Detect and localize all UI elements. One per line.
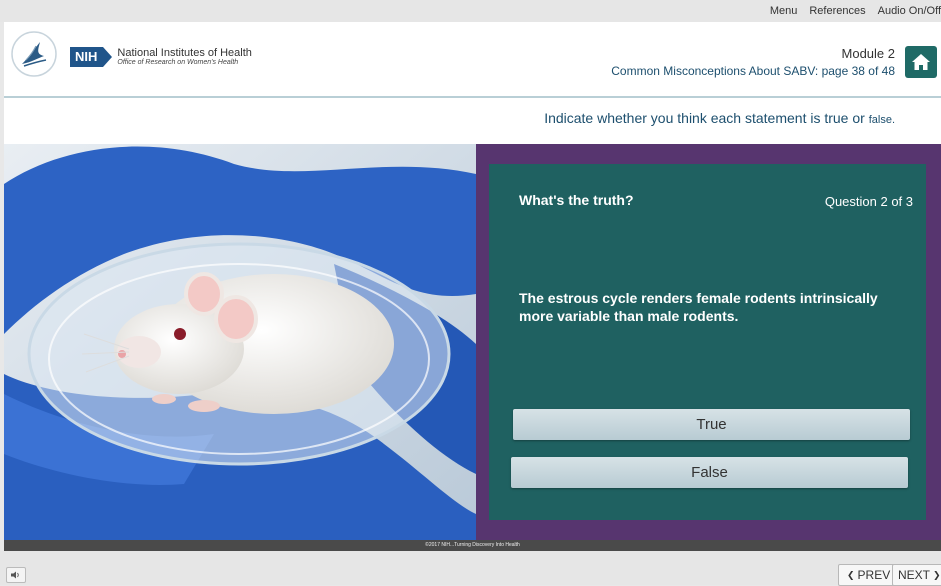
references-link[interactable]: References [809,5,865,17]
top-bar: Menu References Audio On/Off [0,0,941,22]
audio-toggle-link[interactable]: Audio On/Off [878,5,941,17]
false-button[interactable]: False [511,457,908,488]
true-button[interactable]: True [513,409,910,440]
prev-label: PREV [857,568,891,582]
footer-bar: ❮ PREV NEXT ❯ [0,551,941,586]
quiz-panel: What's the truth? Question 2 of 3 The es… [489,164,926,520]
nih-text: National Institutes of Health Office of … [117,46,252,67]
home-icon [912,54,930,70]
module-subtitle: Common Misconceptions About SABV: page 3… [611,64,895,78]
instruction-text: Indicate whether you think each statemen… [544,110,895,126]
quiz-heading: What's the truth? [519,192,634,208]
hhs-seal-logo [11,31,57,77]
next-label: NEXT [898,568,931,582]
lab-mouse-photo [4,144,476,540]
instruction-band: Indicate whether you think each statemen… [4,98,941,144]
module-title: Module 2 [841,46,895,61]
question-statement: The estrous cycle renders female rodents… [519,290,878,324]
photo-credit: ©2017 NIH...Turning Discovery Into Healt… [4,540,941,551]
quiz-frame: What's the truth? Question 2 of 3 The es… [476,144,941,540]
question-counter: Question 2 of 3 [824,194,913,209]
home-button[interactable] [905,46,937,78]
nih-logo: NIH National Institutes of Health Office… [70,46,252,68]
org-name: National Institutes of Health [117,46,252,59]
mouse-illustration [4,144,476,540]
chevron-right-icon: ❯ [933,569,941,580]
chevron-left-icon: ❮ [847,569,855,580]
top-nav: Menu References Audio On/Off [770,5,941,17]
instruction-false: false. [868,114,895,126]
nih-badge: NIH [70,47,113,67]
prev-button[interactable]: ❮ PREV [838,564,897,586]
course-header: NIH National Institutes of Health Office… [4,22,941,97]
audio-button[interactable] [6,567,26,583]
org-office: Office of Research on Women's Health [117,59,239,67]
instruction-main: Indicate whether you think each statemen… [544,110,869,126]
next-button[interactable]: NEXT ❯ [892,564,941,586]
speaker-icon [11,571,19,579]
menu-link[interactable]: Menu [770,5,798,17]
